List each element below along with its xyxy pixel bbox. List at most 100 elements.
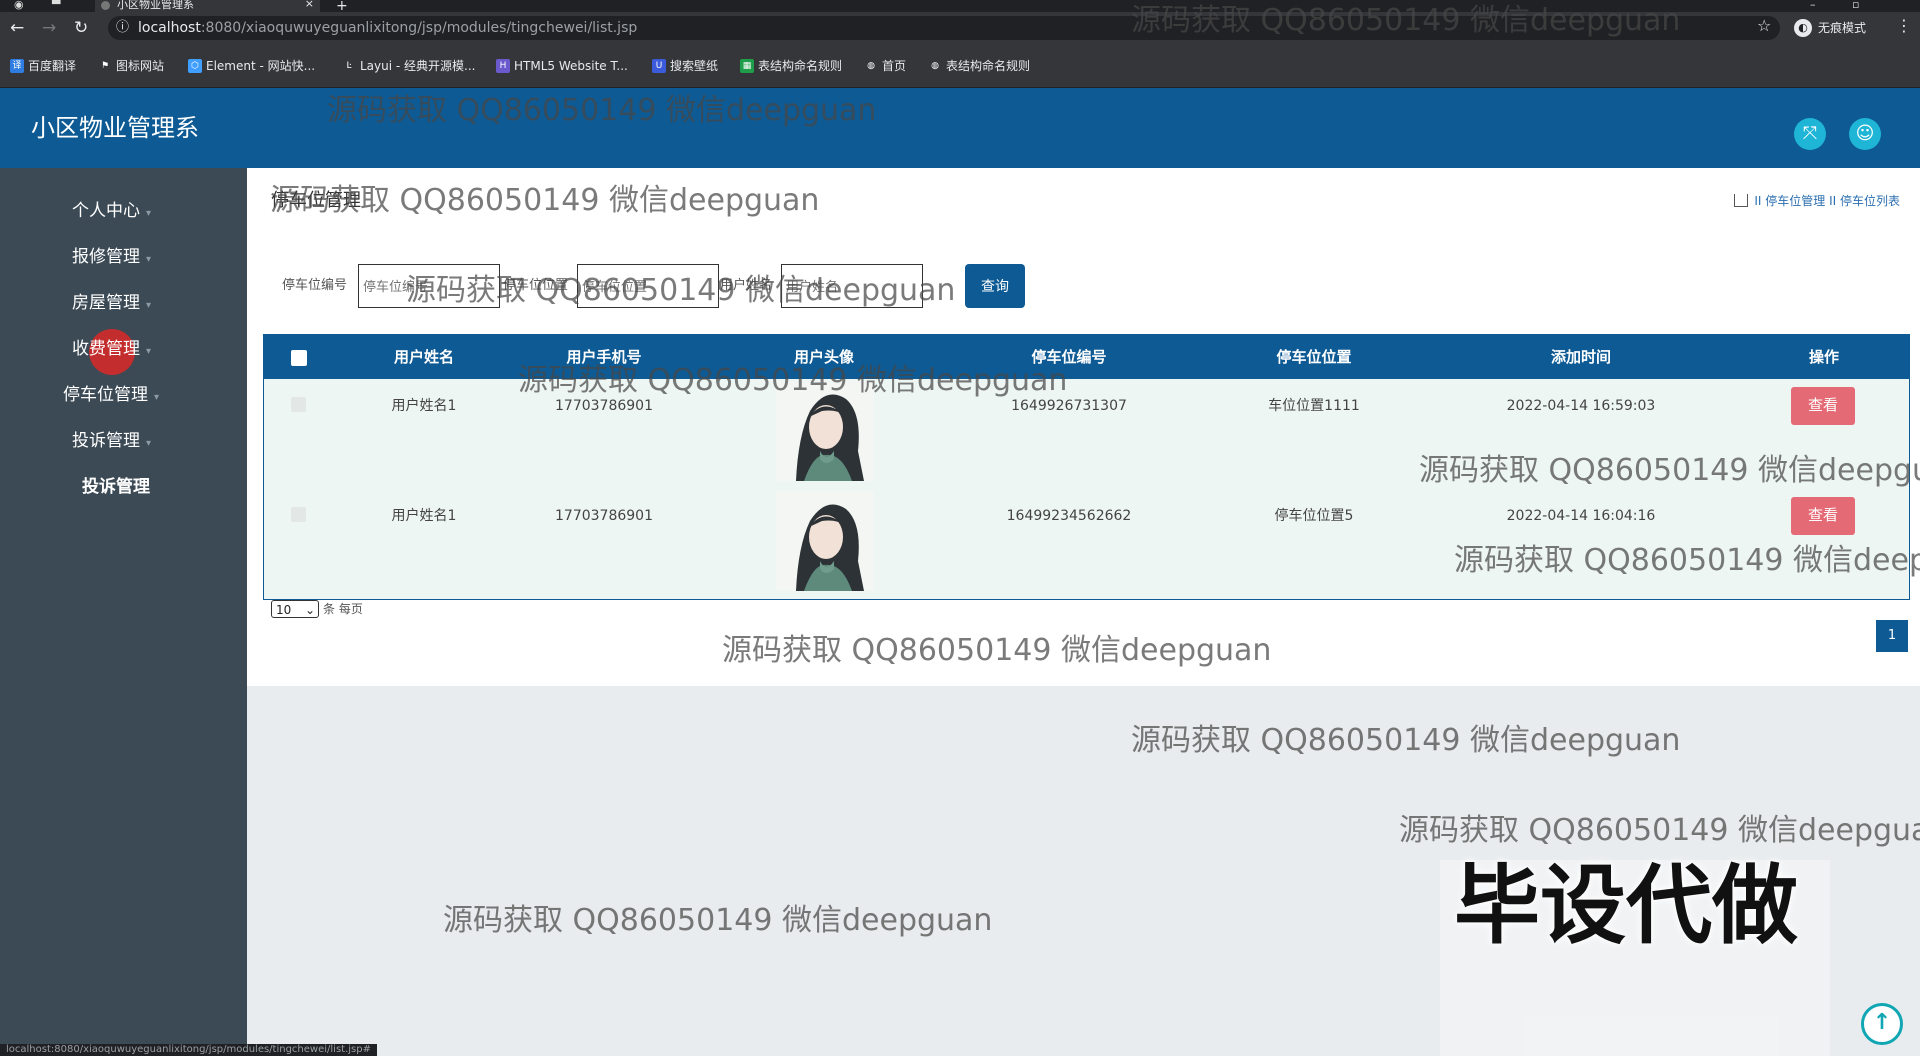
sidebar-item-repair[interactable]: 报修管理 ▾ — [0, 234, 247, 280]
sidebar-item-housing[interactable]: 房屋管理 ▾ — [0, 280, 247, 326]
content-panel: 停车位管理 II 停车位管理 II 停车位列表 停车位编号 停车位位置 用户姓名… — [247, 168, 1920, 686]
forward-icon[interactable]: → — [42, 18, 56, 38]
parking-code-input[interactable] — [358, 264, 500, 308]
browser-tab[interactable]: 小区物业管理系 × — [95, 0, 320, 12]
url-field[interactable]: ⓘ localhost:8080/xiaoquwuyeguanlixitong/… — [108, 16, 1780, 40]
promo-overlay-text: 毕设代做 — [1454, 856, 1798, 956]
home-icon[interactable] — [1734, 194, 1749, 207]
user-avatar-image — [776, 491, 874, 591]
username-input[interactable] — [781, 264, 923, 308]
sidebar: 个人中心 ▾ 报修管理 ▾ 房屋管理 ▾ 收费管理 ▾ 停车位管理 ▾ 投诉管理 ▾ 投诉管… — [0, 168, 247, 1056]
bookmark-label: 搜索壁纸 — [670, 59, 719, 73]
chevron-down-icon: ▾ — [154, 392, 160, 403]
bookmark-label: Layui - 经典开源模... — [360, 59, 476, 73]
translate-icon: 译 — [10, 59, 24, 73]
sidebar-item-complaints[interactable]: 投诉管理 ▾ — [0, 418, 247, 464]
column-header: 操作 — [1808, 348, 1839, 366]
bookmarks-bar: 译百度翻译 ⚑ 图标网站 ⬡ Element - 网站快... Ŀ Layui - 经… — [0, 44, 1920, 88]
column-header[interactable]: 停车位位置 — [1254, 335, 1374, 379]
layui-icon: Ŀ — [342, 59, 356, 73]
cell-parking-code: 16499234562662 — [1006, 508, 1132, 524]
cell-phone: 17703786901 — [555, 398, 653, 414]
column-header[interactable]: 停车位编号 — [1009, 335, 1129, 379]
tab-list-icon[interactable]: ▀ — [52, 0, 60, 10]
sidebar-item-label: 投诉管理 — [82, 477, 150, 497]
data-table: 用户姓名 用户手机号 用户头像 停车位编号 停车位位置 添加时间 操作 用户姓名… — [263, 334, 1910, 600]
breadcrumb-item[interactable]: 停车位管理 — [1765, 194, 1825, 208]
search-label-code: 停车位编号 — [282, 278, 348, 293]
bookmark-star-icon[interactable]: ☆ — [1757, 16, 1771, 35]
user-icon[interactable]: ☺ — [1849, 118, 1881, 150]
browser-app-icon: ◉ — [14, 0, 24, 11]
back-icon[interactable]: ← — [10, 18, 24, 38]
reload-icon[interactable]: ↻ — [74, 18, 88, 38]
incognito-label: 无痕模式 — [1818, 21, 1867, 35]
parking-location-input[interactable] — [577, 264, 719, 308]
status-bar-url: localhost:8080/xiaoquwuyeguanlixitong/js… — [0, 1044, 377, 1056]
sidebar-item-label: 收费管理 — [72, 339, 140, 359]
cell-username: 用户姓名1 — [391, 508, 457, 524]
sidebar-item-profile[interactable]: 个人中心 ▾ — [0, 188, 247, 234]
address-bar-row: ← → ↻ ⓘ localhost:8080/xiaoquwuyeguanlix… — [0, 12, 1920, 44]
tab-close-icon[interactable]: × — [305, 0, 314, 9]
fullscreen-icon[interactable]: ⤧ — [1794, 118, 1826, 150]
bookmark-item[interactable]: ◍ 首页 — [864, 59, 906, 73]
bookmark-item[interactable]: Ŀ Layui - 经典开源模... — [342, 59, 475, 73]
search-label-location: 停车位位置 — [503, 278, 569, 293]
column-header[interactable]: 添加时间 — [1521, 335, 1641, 379]
sidebar-item-billing[interactable]: 收费管理 ▾ — [0, 326, 247, 372]
column-header[interactable]: 用户头像 — [764, 335, 884, 379]
column-header[interactable]: 用户手机号 — [544, 335, 664, 379]
cell-username: 用户姓名1 — [391, 398, 457, 414]
bookmark-item[interactable]: ◍ 表结构命名规则 — [928, 59, 1030, 73]
row-checkbox[interactable] — [291, 507, 306, 522]
url-path: :8080/xiaoquwuyeguanlixitong/jsp/modules… — [200, 20, 638, 36]
column-header[interactable]: 用户姓名 — [364, 335, 484, 379]
bookmark-item[interactable]: ⚑ 图标网站 — [98, 59, 164, 73]
watermark: 源码获取 QQ86050149 微信deepguan — [1131, 723, 1681, 758]
sidebar-item-parking[interactable]: 停车位管理 ▾ — [0, 372, 247, 418]
pagination-page-1[interactable]: 1 — [1876, 620, 1908, 652]
cell-parking-location: 车位位置1111 — [1268, 398, 1360, 414]
sheet-icon: ▦ — [740, 59, 754, 73]
browser-menu-icon[interactable]: ⋮ — [1896, 16, 1912, 35]
page-title: 停车位管理 — [271, 190, 361, 211]
bookmark-item[interactable]: 译百度翻译 — [10, 59, 76, 73]
sidebar-item-label: 报修管理 — [72, 247, 140, 267]
bookmark-label: 百度翻译 — [28, 59, 77, 73]
bookmark-label: 图标网站 — [116, 59, 165, 73]
globe-icon: ◍ — [928, 59, 942, 73]
minimize-icon[interactable]: – — [1810, 0, 1816, 10]
breadcrumb: II 停车位管理 II 停车位列表 — [1734, 192, 1900, 209]
bookmark-item[interactable]: ⬡ Element - 网站快... — [188, 59, 315, 73]
bookmark-item[interactable]: ▦ 表结构命名规则 — [740, 59, 842, 73]
chevron-down-icon: ▾ — [146, 254, 152, 265]
page-size-select[interactable]: 10 ⌄ — [271, 600, 319, 618]
cell-parking-location: 停车位位置5 — [1274, 508, 1354, 524]
view-button[interactable]: 查看 — [1791, 497, 1855, 535]
bookmark-item[interactable]: U 搜索壁纸 — [652, 59, 718, 73]
sidebar-subitem-complaints[interactable]: 投诉管理 — [0, 464, 247, 510]
search-button[interactable]: 查询 — [965, 264, 1025, 308]
page-size-control: 10 ⌄ 条 每页 — [271, 600, 363, 618]
page-size-value: 10 — [276, 603, 292, 617]
bookmark-item[interactable]: H HTML5 Website T... — [496, 59, 628, 73]
breadcrumb-item: 停车位列表 — [1839, 194, 1900, 208]
cell-parking-code: 1649926731307 — [1011, 398, 1127, 414]
globe-icon: ◍ — [864, 59, 878, 73]
breadcrumb-separator: II — [1829, 194, 1837, 208]
sidebar-item-label: 房屋管理 — [72, 293, 140, 313]
chevron-down-icon: ▾ — [146, 300, 152, 311]
tab-title: 小区物业管理系 — [117, 0, 194, 11]
scroll-to-top-icon[interactable]: ↑ — [1861, 1003, 1903, 1045]
breadcrumb-separator: II — [1754, 194, 1762, 208]
sidebar-item-label: 投诉管理 — [72, 431, 140, 451]
select-all-checkbox[interactable] — [291, 350, 307, 366]
row-checkbox[interactable] — [291, 397, 306, 412]
restore-icon[interactable]: ▫ — [1852, 0, 1859, 10]
incognito-icon: ◐ — [1794, 19, 1812, 37]
search-form: 停车位编号 停车位位置 用户姓名 查询 — [247, 264, 1920, 308]
view-button[interactable]: 查看 — [1791, 387, 1855, 425]
incognito-indicator[interactable]: ◐ 无痕模式 — [1794, 16, 1866, 40]
site-info-icon[interactable]: ⓘ — [116, 16, 129, 40]
